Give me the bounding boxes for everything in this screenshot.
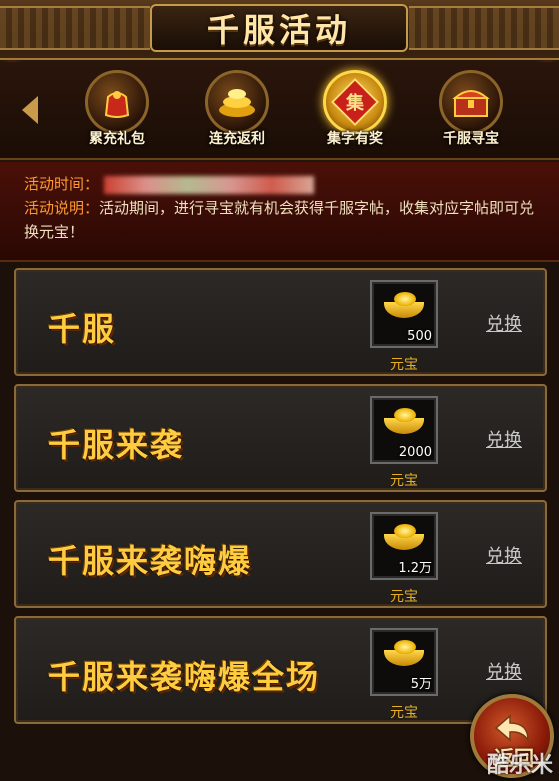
redacted-time-value [103,175,314,194]
reward-quantity: 500 [407,329,432,344]
seal-icon: 集 [323,70,387,134]
reward-item-name: 元宝 [390,705,418,721]
gift-bag-icon [85,70,149,134]
reward-quantity: 5万 [410,677,432,692]
reward-title: 千服 [48,310,117,348]
exchange-button[interactable]: 兑换 [486,542,522,568]
reward-title: 千服来袭 [48,426,185,464]
activity-time-row: 活动时间： [24,172,543,196]
tab-label: 连充返利 [209,131,265,147]
activity-desc-row: 活动说明：活动期间，进行寻宝就有机会获得千服字帖，收集对应字帖即可兑换元宝！ [24,196,543,244]
gold-ingot-icon [384,640,424,670]
banner-ornament-right [409,6,559,50]
reward-item-slot[interactable]: 500 [370,280,438,348]
title-plate: 千服活动 [150,4,408,52]
tab-recharge-rebate[interactable]: 连充返利 [182,70,292,156]
reward-title: 千服来袭嗨爆 [48,542,253,580]
tab-treasure-hunt[interactable]: 千服寻宝 [416,70,526,156]
watermark: 酷乐米 [486,753,553,778]
gold-ingot-icon [384,524,424,554]
scroll-left-arrow-icon[interactable] [22,96,38,124]
banner-ornament-left [0,6,150,50]
reward-list[interactable]: 千服 500 元宝 兑换 千服来袭 2000 元宝 兑换 千服来袭嗨爆 1.2万… [0,262,559,781]
gold-coins-icon [205,70,269,134]
page-title: 千服活动 [206,11,351,49]
reward-item-slot[interactable]: 5万 [370,628,438,696]
reward-quantity: 2000 [398,445,432,460]
title-banner: 千服活动 [0,0,559,60]
exchange-button[interactable]: 兑换 [486,310,522,336]
tab-label: 集字有奖 [327,131,383,147]
reward-item-slot[interactable]: 2000 [370,396,438,464]
reward-item-slot[interactable]: 1.2万 [370,512,438,580]
seal-char: 集 [346,93,364,114]
gold-ingot-icon [384,408,424,438]
exchange-button[interactable]: 兑换 [486,658,522,684]
return-arrow-icon [494,714,529,743]
tab-collect-words[interactable]: 集 集字有奖 [300,70,410,156]
tab-label: 千服寻宝 [443,131,499,147]
tab-strip: 累充礼包 连充返利 集 集字有奖 千服寻宝 [0,62,559,160]
reward-row: 千服来袭 2000 元宝 兑换 [14,384,547,492]
reward-item-name: 元宝 [390,357,418,373]
treasure-chest-icon [439,70,503,134]
activity-desc-label: 活动说明： [24,199,100,217]
activity-time-label: 活动时间： [24,175,100,193]
gold-ingot-icon [384,292,424,322]
reward-row: 千服 500 元宝 兑换 [14,268,547,376]
reward-title: 千服来袭嗨爆全场 [48,658,321,696]
activity-window: 千服活动 累充礼包 连充返利 集 集字有奖 千服寻宝 活动时间： 活动说明：活动… [0,0,559,781]
tab-recharge-gift[interactable]: 累充礼包 [62,70,172,156]
reward-item-name: 元宝 [390,589,418,605]
reward-quantity: 1.2万 [398,561,432,576]
activity-desc-text: 活动期间，进行寻宝就有机会获得千服字帖，收集对应字帖即可兑换元宝！ [24,199,535,241]
activity-info-panel: 活动时间： 活动说明：活动期间，进行寻宝就有机会获得千服字帖，收集对应字帖即可兑… [0,162,559,262]
tab-label: 累充礼包 [89,131,145,147]
reward-row: 千服来袭嗨爆 1.2万 元宝 兑换 [14,500,547,608]
exchange-button[interactable]: 兑换 [486,426,522,452]
reward-item-name: 元宝 [390,473,418,489]
reward-row: 千服来袭嗨爆全场 5万 元宝 兑换 [14,616,547,724]
